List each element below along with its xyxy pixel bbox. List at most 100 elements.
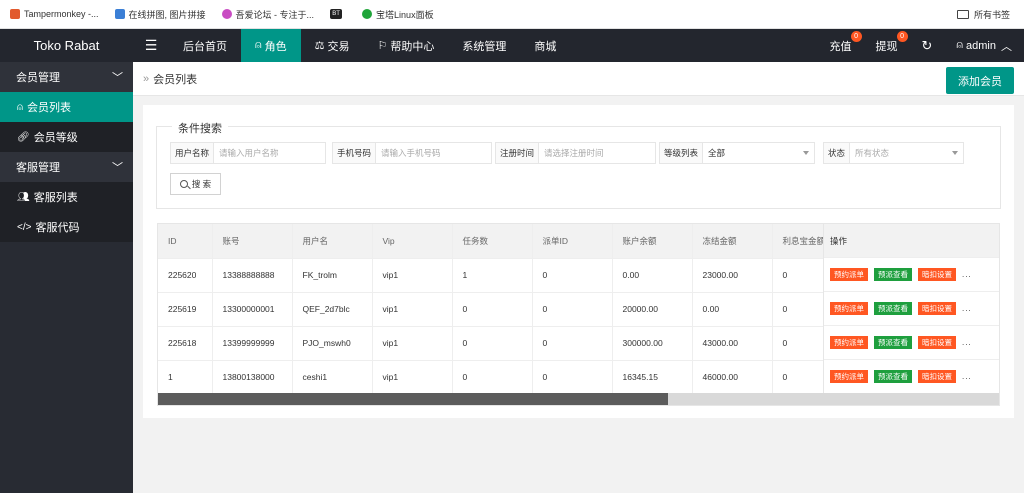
search-button[interactable]: 搜 索	[170, 173, 221, 195]
sidebar-item-member-list[interactable]: ⍝ 会员列表	[0, 92, 133, 122]
phone-input[interactable]: 请输入手机号码	[376, 142, 493, 164]
ops-row: 预约派单 预派查看 暗扣设置 ...	[824, 360, 999, 394]
more-actions[interactable]: ...	[962, 372, 972, 381]
sidebar-group-members[interactable]: 会员管理 ﹀	[0, 62, 133, 92]
more-actions[interactable]: ...	[962, 338, 972, 347]
bookmark-52pojie[interactable]: 吾爱论坛 - 专注于...	[221, 8, 314, 21]
cell-vip: vip1	[372, 292, 453, 327]
bookmark-tampermonkey[interactable]: Tampermonkey -...	[10, 9, 99, 19]
flag-icon: ⚐	[377, 40, 388, 52]
recharge-link[interactable]: 充值 0	[818, 29, 864, 62]
nav-home[interactable]: 后台首页	[169, 29, 241, 62]
baota-icon	[362, 9, 373, 19]
cell-frozen: 43000.00	[692, 326, 773, 361]
level-filter: 等级列表 全部	[659, 142, 816, 164]
hidden-deduct-button[interactable]: 暗扣设置	[918, 370, 956, 383]
table-header-row: ID 账号 用户名 Vip 任务数 派单ID 账户余额 冻结金额 利息宝金额	[158, 224, 853, 259]
preset-dispatch-button[interactable]: 预约派单	[830, 268, 868, 281]
cell-id: 225618	[158, 326, 213, 361]
cell-account: 13800138000	[212, 360, 293, 395]
user-menu[interactable]: ⍝ admin ︿	[944, 29, 1024, 62]
sidebar-group-service[interactable]: 客服管理 ﹀	[0, 152, 133, 182]
cell-vip: vip1	[372, 326, 453, 361]
nav-trade[interactable]: ⚖ 交易	[301, 29, 364, 62]
table-row: 225618 13399999999 PJO_mswh0 vip1 0 0 30…	[158, 326, 853, 361]
chevron-up-icon: ︿	[1001, 40, 1012, 53]
top-nav: 后台首页 ⍝ 角色 ⚖ 交易 ⚐ 帮助中心 系统管理 商城	[169, 29, 570, 62]
more-actions[interactable]: ...	[962, 270, 972, 279]
level-select[interactable]: 全部	[703, 142, 816, 164]
col-balance: 账户余额	[612, 224, 693, 259]
folder-icon	[956, 10, 969, 19]
horizontal-scrollbar[interactable]	[158, 393, 999, 405]
all-bookmarks[interactable]: 所有书签	[956, 8, 1010, 21]
nav-system[interactable]: 系统管理	[448, 29, 520, 62]
col-dispatch-id: 派单ID	[532, 224, 613, 259]
nav-help[interactable]: ⚐ 帮助中心	[363, 29, 448, 62]
brand-title: Toko Rabat	[33, 38, 100, 53]
preview-dispatch-button[interactable]: 预派查看	[874, 336, 912, 349]
member-table: ID 账号 用户名 Vip 任务数 派单ID 账户余额 冻结金额 利息宝金额 2…	[157, 223, 1000, 406]
link-icon: 🔗︎	[17, 131, 30, 143]
recharge-badge: 0	[850, 31, 862, 42]
users-icon: 👥︎	[17, 191, 30, 203]
ops-row: 预约派单 预派查看 暗扣设置 ...	[824, 292, 999, 326]
add-member-button[interactable]: 添加会员	[946, 67, 1014, 94]
cell-balance: 300000.00	[612, 326, 693, 361]
chevron-down-icon: ﹀	[112, 72, 123, 84]
cell-dispatch-id: 0	[532, 360, 613, 395]
bookmark-bt[interactable]: BT	[330, 9, 346, 19]
preview-dispatch-button[interactable]: 预派查看	[874, 302, 912, 315]
phone-label: 手机号码	[332, 142, 377, 164]
sidebar-item-member-level[interactable]: 🔗︎ 会员等级	[0, 122, 133, 152]
refresh-icon[interactable]: ↻	[910, 29, 945, 62]
col-tasks: 任务数	[452, 224, 533, 259]
cell-dispatch-id: 0	[532, 292, 613, 327]
withdraw-link[interactable]: 提现 0	[864, 29, 910, 62]
col-id: ID	[158, 224, 213, 259]
cell-id: 225619	[158, 292, 213, 327]
cell-dispatch-id: 0	[532, 258, 613, 293]
nav-mall[interactable]: 商城	[520, 29, 570, 62]
breadcrumb-separator: »	[143, 72, 150, 85]
sidebar-item-service-list[interactable]: 👥︎ 客服列表	[0, 182, 133, 212]
nav-role[interactable]: ⍝ 角色	[241, 29, 301, 62]
regtime-input[interactable]: 请选择注册时间	[539, 142, 657, 164]
top-header: Toko Rabat ☰ 后台首页 ⍝ 角色 ⚖ 交易 ⚐ 帮助中心 系统管理 商城 …	[0, 29, 1024, 62]
more-actions[interactable]: ...	[962, 304, 972, 313]
regtime-filter: 注册时间 请选择注册时间	[495, 142, 657, 164]
status-select[interactable]: 所有状态	[850, 142, 965, 164]
hidden-deduct-button[interactable]: 暗扣设置	[918, 336, 956, 349]
forum-icon	[221, 9, 232, 19]
menu-toggle-icon[interactable]: ☰	[133, 29, 169, 62]
user-icon: ⍝	[255, 39, 262, 51]
preset-dispatch-button[interactable]: 预约派单	[830, 302, 868, 315]
tampermonkey-icon	[10, 9, 20, 19]
sidebar-item-service-code[interactable]: </> 客服代码	[0, 212, 133, 242]
hidden-deduct-button[interactable]: 暗扣设置	[918, 268, 956, 281]
sidebar: 会员管理 ﹀ ⍝ 会员列表 🔗︎ 会员等级 客服管理 ﹀ 👥︎ 客服列表 </> 客服代码	[0, 62, 133, 493]
member-table-grid: ID 账号 用户名 Vip 任务数 派单ID 账户余额 冻结金额 利息宝金额 2…	[158, 224, 853, 395]
bookmark-baota[interactable]: 宝塔Linux面板	[362, 8, 434, 21]
scrollbar-thumb[interactable]	[158, 393, 668, 405]
preview-dispatch-button[interactable]: 预派查看	[874, 370, 912, 383]
table-row: 225620 13388888888 FK_trolm vip1 1 0 0.0…	[158, 258, 853, 293]
preview-dispatch-button[interactable]: 预派查看	[874, 268, 912, 281]
withdraw-badge: 0	[896, 31, 908, 42]
bookmarks-bar: Tampermonkey -... 在线拼图, 图片拼接 吾爱论坛 - 专注于.…	[0, 0, 1024, 29]
user-icon: ⍝	[17, 101, 23, 113]
preset-dispatch-button[interactable]: 预约派单	[830, 336, 868, 349]
caret-down-icon	[803, 151, 810, 155]
bookmark-pintu[interactable]: 在线拼图, 图片拼接	[114, 8, 206, 21]
hidden-deduct-button[interactable]: 暗扣设置	[918, 302, 956, 315]
main-content: » 会员列表 添加会员 条件搜索 用户名称 请输入用户名称 手机号码 请输入手机号…	[133, 62, 1024, 493]
chevron-down-icon: ﹀	[112, 162, 123, 174]
cell-balance: 16345.15	[612, 360, 693, 395]
puzzle-icon	[114, 9, 125, 19]
status-label: 状态	[823, 142, 851, 164]
username-input[interactable]: 请输入用户名称	[214, 142, 327, 164]
user-icon: ⍝	[956, 39, 964, 51]
code-icon: </>	[17, 221, 32, 233]
cell-account: 13399999999	[212, 326, 293, 361]
preset-dispatch-button[interactable]: 预约派单	[830, 370, 868, 383]
